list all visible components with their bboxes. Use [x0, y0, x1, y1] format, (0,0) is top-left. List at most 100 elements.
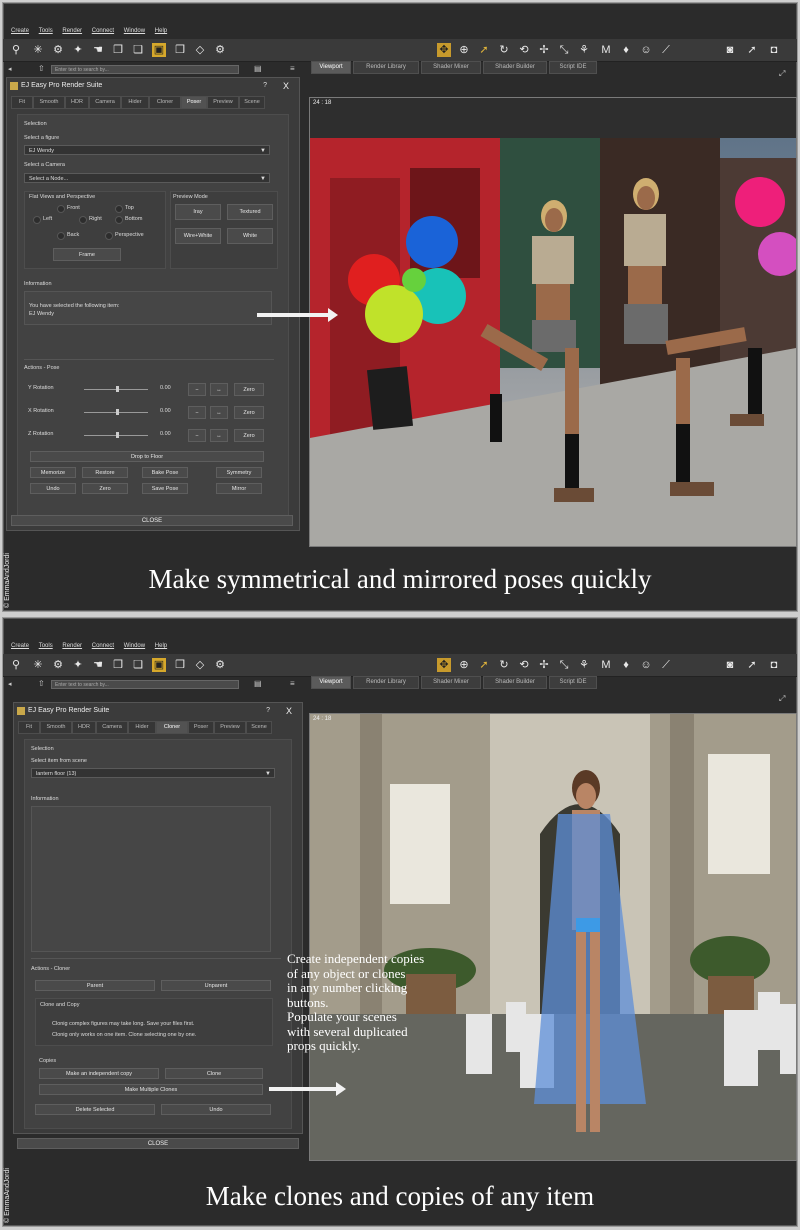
cards-icon[interactable]: ♦ [619, 658, 633, 672]
tab-shader-builder[interactable]: Shader Builder [483, 61, 547, 74]
tab-poser[interactable]: Poser [181, 96, 207, 109]
figure-icon[interactable]: ☺ [639, 658, 653, 672]
bone-icon[interactable]: ⚘ [577, 658, 591, 672]
rotate-minus-button[interactable]: − [188, 406, 206, 419]
tab-smooth[interactable]: Smooth [40, 721, 72, 734]
wand-icon[interactable]: ⚲ [9, 43, 23, 57]
viewport-menu-icon[interactable]: ⤢ [779, 694, 785, 704]
viewport-poser[interactable]: 24 : 18 [309, 97, 797, 547]
clone-button[interactable]: Clone [165, 1068, 263, 1079]
pointer-icon[interactable]: ➚ [477, 658, 491, 672]
rotate-zero-button[interactable]: Zero [234, 406, 264, 419]
ruler-icon[interactable]: ⟋ [659, 658, 673, 672]
radio-bottom[interactable] [115, 216, 123, 224]
menu-help[interactable]: Help [155, 28, 167, 34]
orbit-icon[interactable]: ⟲ [517, 658, 531, 672]
gear-icon[interactable]: ⚙ [51, 43, 65, 57]
cube-plus-icon[interactable]: ❏ [131, 43, 145, 57]
back-arrow-icon[interactable]: ◂ [8, 680, 12, 688]
cards-icon[interactable]: ♦ [619, 43, 633, 57]
rotate-icon[interactable]: ↻ [497, 658, 511, 672]
tab-poser[interactable]: Poser [188, 721, 214, 734]
render-icon[interactable]: ◘ [767, 658, 781, 672]
search-input[interactable]: Enter text to search by... [51, 65, 239, 74]
drop-to-floor-button[interactable]: Drop to Floor [30, 451, 264, 462]
tab-fit[interactable]: Fit [11, 96, 33, 109]
radio-back[interactable] [57, 232, 65, 240]
tab-cloner[interactable]: Cloner [156, 721, 188, 734]
tab-shader-mixer[interactable]: Shader Mixer [421, 676, 481, 689]
scale-icon[interactable]: ⤡ [557, 658, 571, 672]
menu-create[interactable]: Create [11, 28, 29, 34]
tab-scene[interactable]: Scene [246, 721, 272, 734]
menu-window[interactable]: Window [124, 28, 145, 34]
save-pose-button[interactable]: Save Pose [142, 483, 188, 494]
item-select[interactable]: lantern floor (13) ▼ [31, 768, 275, 778]
tab-smooth[interactable]: Smooth [33, 96, 65, 109]
zero-pose-button[interactable]: Zero [82, 483, 128, 494]
tab-shader-mixer[interactable]: Shader Mixer [421, 61, 481, 74]
scale-icon[interactable]: ⤡ [557, 43, 571, 57]
up-icon[interactable]: ⇧ [38, 679, 45, 688]
tab-script-ide[interactable]: Script IDE [549, 61, 597, 74]
tab-hider[interactable]: Hider [128, 721, 156, 734]
radio-perspective[interactable] [105, 232, 113, 240]
menu-connect[interactable]: Connect [92, 643, 114, 649]
menu-icon[interactable]: ≡ [290, 679, 295, 688]
render-icon[interactable]: ◘ [767, 43, 781, 57]
cube-gear-icon[interactable]: ❒ [173, 658, 187, 672]
tab-fit[interactable]: Fit [18, 721, 40, 734]
db-icon[interactable]: ▤ [254, 679, 262, 688]
tab-hdr[interactable]: HDR [65, 96, 89, 109]
back-arrow-icon[interactable]: ◂ [8, 65, 12, 73]
viewport-menu-icon[interactable]: ⤢ [779, 69, 785, 79]
up-icon[interactable]: ⇧ [38, 64, 45, 73]
white-button[interactable]: White [227, 228, 273, 244]
viewport-cloner[interactable]: 24 : 18 [309, 713, 797, 1161]
cog-small-icon[interactable]: ⚙ [213, 43, 227, 57]
undo-button[interactable]: Undo [161, 1104, 271, 1115]
cube-gear-icon[interactable]: ❒ [173, 43, 187, 57]
gear-icon[interactable]: ⚙ [51, 658, 65, 672]
menu-tools[interactable]: Tools [39, 643, 53, 649]
rotate-swap-button[interactable]: ↔ [210, 383, 228, 396]
plugin-logo-icon[interactable]: ▣ [152, 658, 166, 672]
menu-render[interactable]: Render [62, 643, 82, 649]
bone-icon[interactable]: ⚘ [577, 43, 591, 57]
tab-hdr[interactable]: HDR [72, 721, 96, 734]
help-button[interactable]: ? [266, 703, 270, 719]
tab-scene[interactable]: Scene [239, 96, 265, 109]
slider-knob[interactable] [116, 409, 119, 415]
hand-icon[interactable]: ☚ [91, 43, 105, 57]
delete-selected-button[interactable]: Delete Selected [35, 1104, 155, 1115]
tab-cloner[interactable]: Cloner [149, 96, 181, 109]
menu-render[interactable]: Render [62, 28, 82, 34]
radio-front[interactable] [57, 205, 65, 213]
frame-button[interactable]: Frame [53, 248, 121, 261]
figure-select[interactable]: EJ Wendy ▼ [24, 145, 270, 155]
tab-viewport[interactable]: Viewport [311, 61, 351, 74]
morph-icon[interactable]: M [599, 658, 613, 672]
camera-render-icon[interactable]: ◙ [723, 43, 737, 57]
menu-create[interactable]: Create [11, 643, 29, 649]
undo-button[interactable]: Undo [30, 483, 76, 494]
universal-tool-icon[interactable]: ⊕ [457, 43, 471, 57]
universal-tool-icon[interactable]: ⊕ [457, 658, 471, 672]
wire-white-button[interactable]: Wire+White [175, 228, 221, 244]
tab-render-library[interactable]: Render Library [353, 61, 419, 74]
symmetry-button[interactable]: Symmetry [216, 467, 262, 478]
cube-outline-icon[interactable]: ◇ [193, 43, 207, 57]
menu-help[interactable]: Help [155, 643, 167, 649]
db-icon[interactable]: ▤ [254, 64, 262, 73]
render-settings-icon[interactable]: ➚ [745, 43, 759, 57]
cube-outline-icon[interactable]: ◇ [193, 658, 207, 672]
unparent-button[interactable]: Unparent [161, 980, 271, 991]
slider-knob[interactable] [116, 432, 119, 438]
rotate-icon[interactable]: ↻ [497, 43, 511, 57]
parent-button[interactable]: Parent [35, 980, 155, 991]
rotate-swap-button[interactable]: ↔ [210, 429, 228, 442]
cube-icon[interactable]: ❒ [111, 658, 125, 672]
slider-knob[interactable] [116, 386, 119, 392]
render-settings-icon[interactable]: ➚ [745, 658, 759, 672]
camera-select[interactable]: Select a Node... ▼ [24, 173, 270, 183]
